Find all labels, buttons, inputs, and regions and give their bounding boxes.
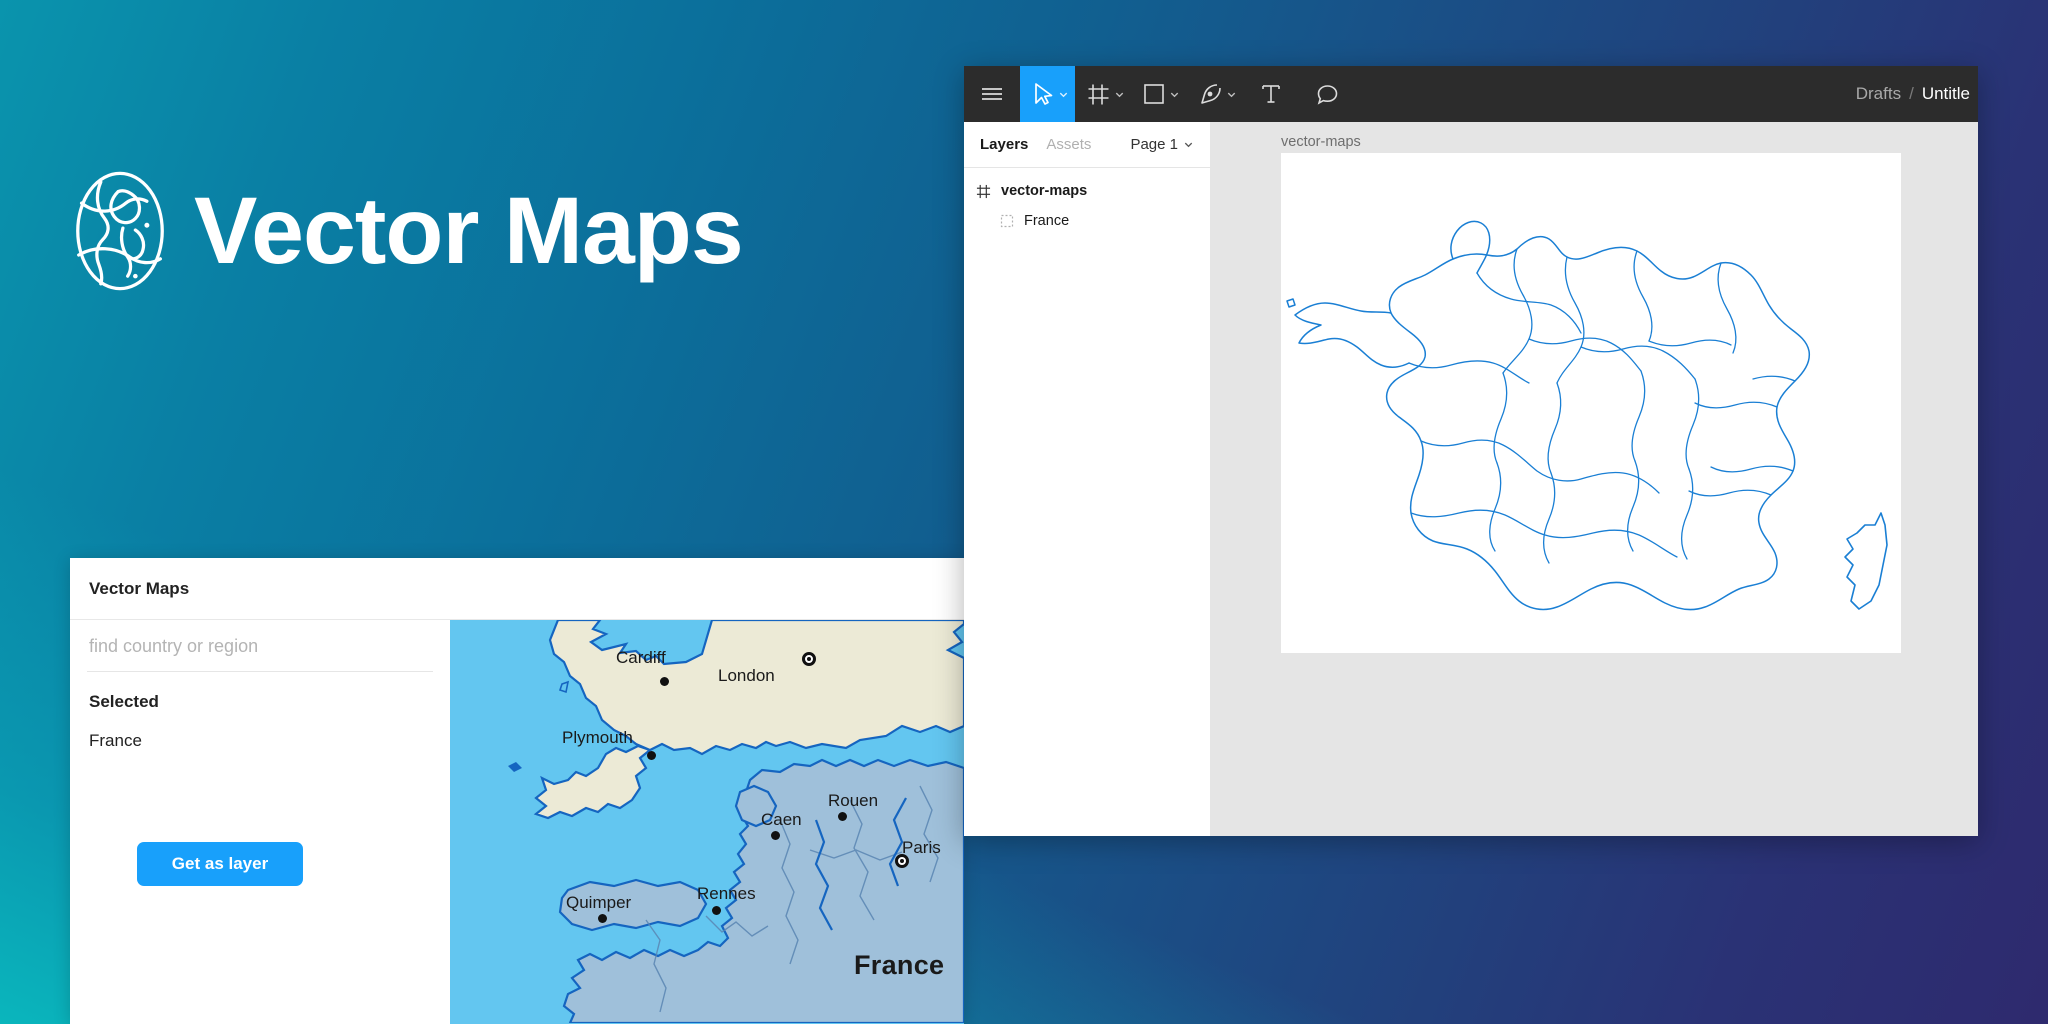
breadcrumb-project[interactable]: Drafts (1856, 84, 1901, 104)
france-regions-outline (1281, 153, 1901, 653)
vector-icon (1000, 214, 1014, 228)
panel-tabs: Layers Assets Page 1 (964, 122, 1210, 168)
text-icon (1260, 83, 1282, 105)
plugin-body: Selected France Get as layer (70, 620, 964, 1024)
chevron-down-icon (1058, 89, 1069, 100)
plugin-panel: Vector Maps Selected France Get as layer (70, 558, 964, 1024)
frame-vector-maps[interactable] (1281, 153, 1901, 653)
frame-icon (976, 184, 991, 199)
rectangle-icon (1143, 83, 1165, 105)
globe-icon (72, 170, 168, 292)
tab-layers[interactable]: Layers (980, 136, 1028, 153)
chevron-down-icon (1169, 89, 1180, 100)
frame-label[interactable]: vector-maps (1281, 134, 1361, 150)
layers-panel: Layers Assets Page 1 vector-maps (964, 122, 1211, 836)
figma-window: Drafts / Untitle Layers Assets Page 1 (964, 66, 1978, 836)
text-tool[interactable] (1243, 66, 1299, 122)
plugin-titlebar: Vector Maps (70, 558, 964, 620)
breadcrumb: Drafts / Untitle (1856, 66, 1978, 122)
figma-toolbar: Drafts / Untitle (964, 66, 1978, 122)
plugin-sidebar: Selected France Get as layer (70, 620, 450, 1024)
hero: Vector Maps (72, 170, 743, 292)
page-title: Vector Maps (194, 184, 743, 279)
chevron-down-icon (1183, 139, 1194, 150)
layer-name: vector-maps (1001, 183, 1087, 199)
selected-country-item[interactable]: France (87, 712, 433, 751)
comment-icon (1316, 83, 1339, 106)
get-as-layer-button[interactable]: Get as layer (137, 842, 303, 886)
layer-row-france[interactable]: France (964, 206, 1210, 236)
layer-list: vector-maps France (964, 168, 1210, 836)
move-cursor-icon (1032, 82, 1054, 106)
tab-assets[interactable]: Assets (1046, 136, 1091, 153)
shape-tool[interactable] (1131, 66, 1186, 122)
search-input[interactable] (87, 620, 433, 672)
hamburger-menu-button[interactable] (964, 66, 1020, 122)
figma-body: Layers Assets Page 1 vector-maps (964, 122, 1978, 836)
selected-heading: Selected (87, 672, 433, 712)
breadcrumb-file[interactable]: Untitle (1922, 84, 1970, 104)
frame-icon (1087, 83, 1110, 106)
page-name: Page 1 (1130, 136, 1178, 153)
move-tool[interactable] (1020, 66, 1075, 122)
map-graphic (450, 620, 964, 1023)
chevron-down-icon (1226, 89, 1237, 100)
layer-row-vector-maps[interactable]: vector-maps (964, 176, 1210, 206)
chevron-down-icon (1114, 89, 1125, 100)
frame-tool[interactable] (1075, 66, 1131, 122)
pen-tool[interactable] (1186, 66, 1243, 122)
page-selector[interactable]: Page 1 (1130, 136, 1194, 153)
comment-tool[interactable] (1299, 66, 1355, 122)
pen-icon (1198, 82, 1222, 106)
hamburger-menu-icon (980, 85, 1004, 103)
plugin-map-preview[interactable]: Cardiff London Plymouth Caen Rouen Quimp… (450, 620, 964, 1024)
breadcrumb-separator: / (1909, 84, 1914, 104)
figma-canvas[interactable]: vector-maps (1211, 122, 1978, 836)
plugin-title: Vector Maps (89, 579, 189, 599)
page-root: Vector Maps Vector Maps Selected France … (0, 0, 2048, 1024)
layer-name: France (1024, 213, 1069, 229)
